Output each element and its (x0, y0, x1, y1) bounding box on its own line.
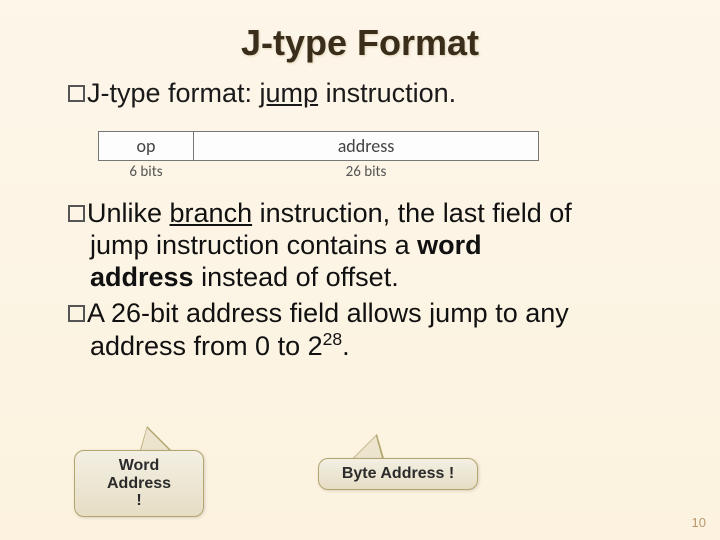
exponent: 28 (323, 329, 343, 349)
text-bold: address (90, 262, 194, 292)
label-op-bits: 6 bits (99, 161, 194, 185)
text: jump instruction contains a (90, 230, 417, 260)
bullet-unlike: Unlike branch instruction, the last fiel… (68, 198, 672, 294)
instruction-format-diagram: op address 6 bits 26 bits (98, 131, 672, 184)
text: . (342, 331, 350, 361)
text: Unlike (87, 198, 170, 228)
text: instead of offset. (194, 262, 399, 292)
text-underline: branch (170, 198, 253, 228)
slide-title: J-type Format (0, 0, 720, 64)
text-bold: word (417, 230, 482, 260)
label-addr-bits: 26 bits (194, 161, 539, 185)
text: ! (136, 492, 141, 509)
field-op: op (99, 132, 194, 161)
text: A 26-bit address field allows jump to an… (87, 298, 569, 328)
bullet-jtype: J-type format: jump instruction. (68, 78, 672, 109)
text: instruction. (318, 78, 456, 108)
text: Word Address (107, 457, 171, 492)
text-underline: jump (260, 78, 319, 108)
text: J-type format: (87, 78, 260, 108)
checkbox-icon (68, 205, 85, 222)
callout-word-address: Word Address ! (74, 450, 204, 517)
text: address from 0 to 2 (90, 331, 323, 361)
checkbox-icon (68, 85, 85, 102)
text: instruction, the last field of (252, 198, 572, 228)
content-area: J-type format: jump instruction. op addr… (0, 64, 720, 363)
bullet-26bit: A 26-bit address field allows jump to an… (68, 298, 672, 364)
page-number: 10 (692, 515, 706, 530)
field-address: address (194, 132, 539, 161)
callout-byte-address: Byte Address ! (318, 458, 478, 490)
format-table: op address 6 bits 26 bits (98, 131, 539, 184)
checkbox-icon (68, 305, 85, 322)
